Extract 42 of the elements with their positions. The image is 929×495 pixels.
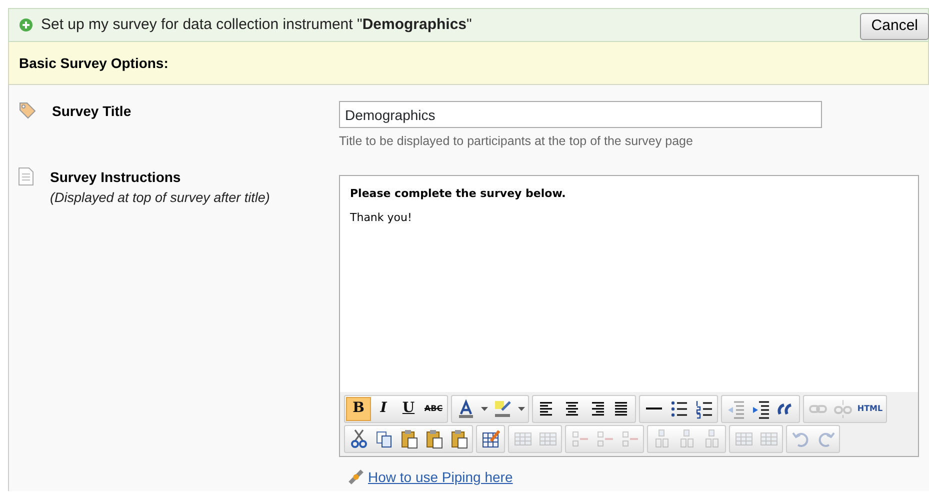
highlight-icon [494, 398, 512, 419]
clipboard-icon [450, 428, 468, 449]
table-column-icon [678, 428, 696, 449]
caret-icon [518, 406, 524, 411]
clipboard-icon [400, 428, 418, 449]
indent-icon [752, 398, 770, 419]
cancel-button[interactable]: Cancel [860, 13, 929, 40]
editor-text: Please complete the survey below. [350, 186, 567, 202]
unlink-icon [834, 398, 852, 419]
text-color-icon [456, 398, 474, 419]
add-icon [19, 18, 33, 32]
piping-icon [348, 469, 364, 486]
toolbar-button[interactable]: I [371, 396, 396, 421]
header-title: Set up my survey for data collection instrument "Demographics" [41, 14, 473, 35]
numbered-list-icon [694, 398, 712, 419]
table-row-icon [596, 428, 614, 449]
horizontal-rule-icon [646, 407, 662, 410]
copy-icon [374, 428, 392, 449]
field-label: Survey Instructions [50, 168, 182, 187]
toolbar-button[interactable]: ABC [421, 396, 446, 421]
caret-icon [480, 406, 488, 411]
clipboard-icon [424, 428, 442, 449]
bullet-list-icon [670, 398, 688, 419]
document-icon [18, 166, 34, 186]
table-edit-icon [482, 428, 500, 449]
toolbar-button[interactable]: B [346, 396, 371, 421]
title-input[interactable]: Demographics [339, 101, 822, 128]
scissors-icon [350, 428, 368, 449]
field-hint: Title to be displayed to participants at the top of the survey page [339, 133, 694, 150]
field-label: Survey Title [52, 102, 132, 121]
table-row-icon [620, 428, 638, 449]
outdent-icon [726, 398, 744, 419]
section-title: Basic Survey Options: [19, 54, 168, 73]
table-row-icon [570, 428, 588, 449]
editor-text: Thank you! [350, 210, 413, 226]
table-column-icon [702, 428, 720, 449]
field-sublabel: (Displayed at top of survey after title) [50, 188, 270, 207]
toolbar-button[interactable]: U [396, 396, 421, 421]
table-column-icon [652, 428, 670, 449]
help-link[interactable]: How to use Piping here [368, 466, 513, 488]
tag-icon [18, 101, 36, 119]
toolbar-button[interactable]: HTML [855, 396, 885, 421]
